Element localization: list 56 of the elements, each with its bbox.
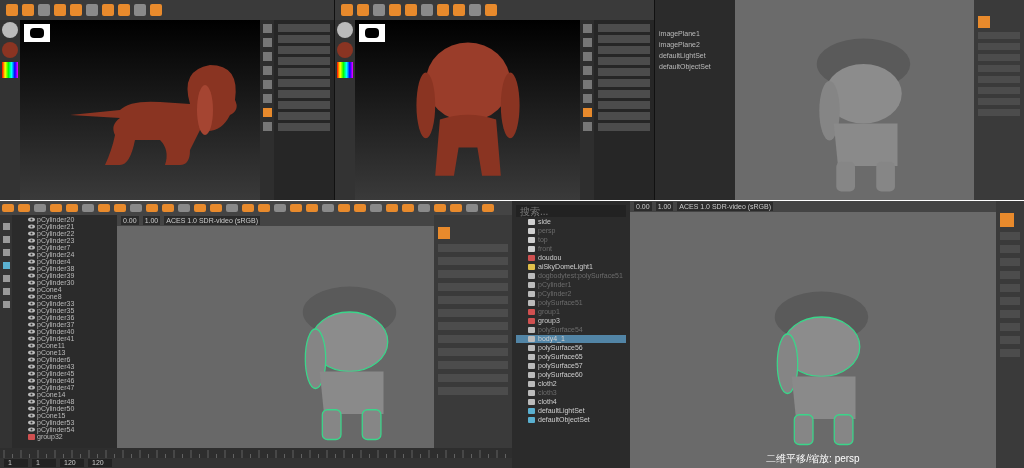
eye-icon [28, 315, 35, 320]
eye-icon [28, 357, 35, 362]
eye-icon [28, 280, 35, 285]
material-thumbnail[interactable] [2, 42, 18, 58]
eye-icon [28, 350, 35, 355]
eye-icon [28, 427, 35, 432]
material-thumbnail[interactable] [337, 42, 353, 58]
tool-icons-drawing[interactable] [2, 223, 10, 308]
sculpt-viewport[interactable] [20, 20, 260, 200]
eye-icon [28, 329, 35, 334]
eye-icon [28, 420, 35, 425]
light-icon [528, 264, 535, 270]
eye-icon [28, 371, 35, 376]
eye-icon [28, 231, 35, 236]
camera-label: 二维平移/缩放: persp [766, 453, 860, 464]
eye-icon [28, 245, 35, 250]
property-rows-drawing[interactable] [278, 24, 330, 131]
property-rows-drawing[interactable] [598, 24, 650, 131]
color-picker[interactable] [337, 62, 353, 78]
maya-viewport[interactable] [117, 226, 434, 448]
eye-icon [28, 399, 35, 404]
maya-viewport[interactable] [735, 0, 974, 200]
eye-icon [28, 301, 35, 306]
search-field[interactable]: 搜索... [516, 205, 626, 217]
eye-icon [28, 308, 35, 313]
brush-thumbnail[interactable] [2, 22, 18, 38]
maya-viewport[interactable]: 二维平移/缩放: persp [630, 212, 996, 468]
tool-icons-drawing[interactable] [262, 24, 272, 134]
eye-icon [28, 413, 35, 418]
silhouette-thumbnail [359, 24, 385, 42]
group-icon [28, 433, 35, 440]
eye-icon [28, 224, 35, 229]
eye-icon [28, 364, 35, 369]
group-icon [528, 255, 535, 261]
eye-icon [28, 385, 35, 390]
tool-icons-drawing[interactable] [582, 24, 592, 134]
eye-icon [28, 336, 35, 341]
color-picker[interactable] [2, 62, 18, 78]
toolbar-icons-drawing[interactable] [4, 1, 164, 19]
eye-icon [28, 287, 35, 292]
eye-icon [28, 392, 35, 397]
timeline-ruler-drawing[interactable] [0, 448, 512, 458]
eye-icon [28, 406, 35, 411]
eye-icon [28, 294, 35, 299]
eye-icon [28, 266, 35, 271]
brush-thumbnail[interactable] [337, 22, 353, 38]
eye-icon [28, 273, 35, 278]
eye-icon [28, 322, 35, 327]
eye-icon [28, 343, 35, 348]
eye-icon [28, 378, 35, 383]
eye-icon [28, 259, 35, 264]
silhouette-thumbnail [24, 24, 50, 42]
toolbar-icons-drawing[interactable] [339, 1, 499, 19]
sculpt-viewport[interactable] [355, 20, 580, 200]
eye-icon [28, 238, 35, 243]
eye-icon [28, 252, 35, 257]
